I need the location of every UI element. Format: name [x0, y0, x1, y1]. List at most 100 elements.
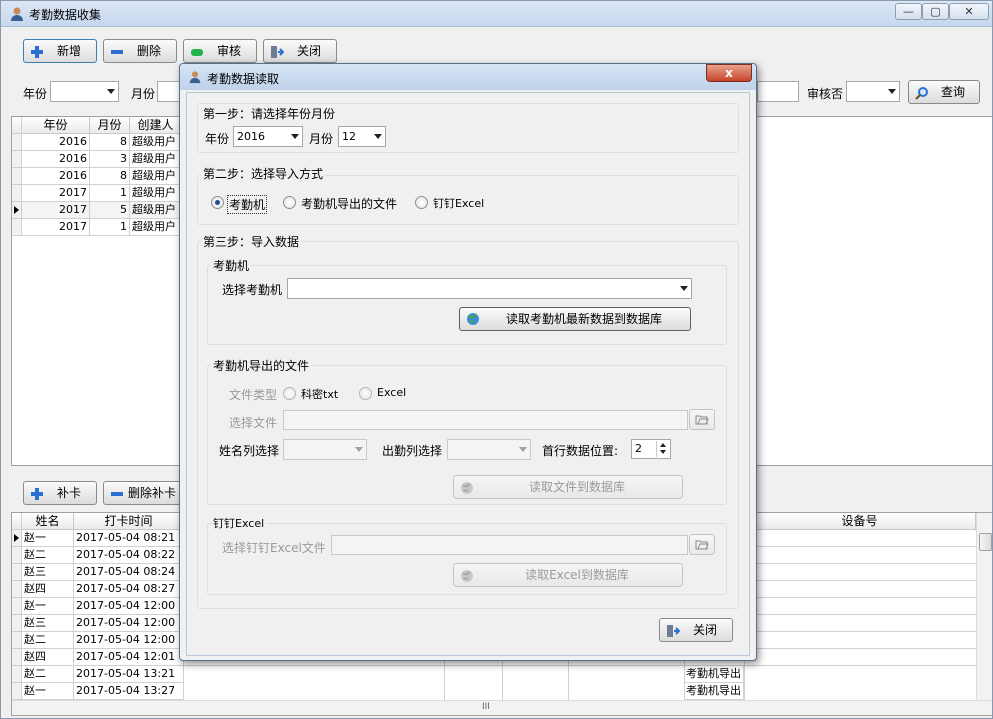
row-indicator	[12, 581, 22, 598]
radio-exported-file[interactable]	[283, 196, 296, 209]
device-cell: 考勤机导出	[684, 683, 744, 700]
read-machine-button[interactable]: 读取考勤机最新数据到数据库	[459, 307, 691, 331]
creator-cell: 超级用户	[130, 219, 182, 236]
name-col-select[interactable]	[283, 439, 367, 460]
scroll-thumb[interactable]	[979, 533, 992, 551]
title-bar: 考勤数据收集 — ▢ ✕	[1, 1, 992, 27]
time-cell: 2017-05-04 12:00	[74, 632, 184, 649]
column-header-name[interactable]: 姓名	[22, 513, 74, 530]
year-select[interactable]: 2016	[233, 126, 303, 147]
add-label: 新增	[56, 44, 81, 58]
delete-button[interactable]: 删除	[103, 39, 177, 63]
globe-icon	[461, 482, 473, 494]
delete-label: 删除	[136, 44, 161, 58]
stepper-up-icon[interactable]	[660, 443, 666, 447]
file-group-title: 考勤机导出的文件	[211, 357, 312, 374]
step2-title: 第二步：选择导入方式	[201, 165, 326, 182]
row-indicator	[12, 530, 22, 547]
browse-file-button[interactable]	[689, 409, 715, 430]
radio-machine[interactable]	[211, 196, 224, 209]
chevron-down-icon	[107, 89, 115, 94]
close-button[interactable]: 关闭	[263, 39, 337, 63]
radio-excel-label[interactable]: Excel	[377, 386, 406, 399]
name-cell: 赵四	[22, 649, 74, 666]
stepper-arrows[interactable]	[656, 441, 669, 457]
step1-title: 第一步：请选择年份月份	[201, 105, 338, 122]
globe-icon	[467, 313, 479, 325]
time-cell: 2017-05-04 12:00	[74, 598, 184, 615]
chevron-down-icon	[355, 447, 363, 452]
minimize-button[interactable]: —	[895, 3, 922, 20]
month-cell: 1	[90, 219, 130, 236]
delete-repair-button[interactable]: 删除补卡	[103, 481, 187, 505]
read-file-label: 读取文件到数据库	[528, 480, 625, 494]
chevron-down-icon	[680, 286, 688, 291]
exit-door-icon	[667, 625, 680, 637]
add-button[interactable]: 新增	[23, 39, 97, 63]
radio-excel[interactable]	[359, 387, 372, 400]
dingding-file-input[interactable]	[331, 535, 688, 555]
name-cell: 赵一	[22, 683, 74, 700]
dialog-title: 考勤数据读取	[207, 72, 280, 86]
attend-col-label: 出勤列选择	[382, 444, 443, 458]
radio-dingding-label[interactable]: 钉钉Excel	[433, 195, 484, 211]
read-machine-label: 读取考勤机最新数据到数据库	[505, 312, 662, 326]
browse-dingding-button[interactable]	[689, 534, 715, 555]
time-cell: 2017-05-04 08:22	[74, 547, 184, 564]
row-indicator	[12, 683, 22, 700]
query-button[interactable]: 查询	[908, 80, 980, 104]
row-indicator	[12, 598, 22, 615]
read-excel-button[interactable]: 读取Excel到数据库	[453, 563, 683, 587]
dialog-close-x-button[interactable]: x	[706, 64, 752, 82]
radio-dingding[interactable]	[415, 196, 428, 209]
first-row-stepper[interactable]: 2	[631, 439, 671, 459]
month-select[interactable]: 12	[338, 126, 386, 147]
column-header-year[interactable]: 年份	[22, 117, 90, 134]
column-header-device[interactable]: 设备号	[744, 513, 976, 530]
machine-select[interactable]	[287, 278, 692, 299]
file-path-input[interactable]	[283, 410, 688, 430]
audit-button[interactable]: 审核	[183, 39, 257, 63]
column-header-month[interactable]: 月份	[90, 117, 130, 134]
row-indicator	[12, 615, 22, 632]
repair-card-button[interactable]: 补卡	[23, 481, 97, 505]
radio-kemi-txt-label[interactable]: 科密txt	[301, 386, 338, 402]
attend-col-select[interactable]	[447, 439, 531, 460]
creator-cell: 超级用户	[130, 151, 182, 168]
maximize-button[interactable]: ▢	[922, 3, 949, 20]
time-cell: 2017-05-04 12:01	[74, 649, 184, 666]
radio-kemi-txt[interactable]	[283, 387, 296, 400]
close-window-button[interactable]: ✕	[949, 3, 989, 20]
read-file-button[interactable]: 读取文件到数据库	[453, 475, 683, 499]
close-label: 关闭	[296, 44, 321, 58]
column-header-punch-time[interactable]: 打卡时间	[74, 513, 184, 530]
radio-exported-file-label[interactable]: 考勤机导出的文件	[301, 195, 397, 212]
year-cell: 2017	[22, 185, 90, 202]
column-header-creator[interactable]: 创建人	[130, 117, 182, 134]
file-type-label: 文件类型	[229, 388, 278, 402]
stepper-down-icon[interactable]	[660, 450, 666, 454]
row-indicator	[12, 564, 22, 581]
vertical-scrollbar[interactable]	[976, 513, 992, 700]
filter-field-hidden[interactable]	[757, 81, 799, 102]
scroll-grip[interactable]: III	[482, 702, 490, 712]
year-cell: 2016	[22, 168, 90, 185]
main-window: 考勤数据收集 — ▢ ✕ 新增 删除 审核 关闭 年份 月份 审核否 查询 年份…	[0, 0, 993, 719]
globe-icon	[461, 570, 473, 582]
audit-filter-select[interactable]	[846, 81, 900, 102]
name-cell: 赵二	[22, 666, 74, 683]
plus-icon	[31, 46, 43, 58]
repair-card-label: 补卡	[56, 486, 81, 500]
horizontal-scrollbar[interactable]: III	[12, 700, 992, 715]
row-indicator	[12, 632, 22, 649]
year-filter-select[interactable]	[50, 81, 119, 102]
machine-group-title: 考勤机	[211, 257, 252, 274]
radio-machine-label[interactable]: 考勤机	[227, 195, 268, 214]
dialog-close-button[interactable]: 关闭	[659, 618, 733, 642]
month-cell: 5	[90, 202, 130, 219]
plus-icon	[31, 488, 43, 500]
time-cell: 2017-05-04 08:21	[74, 530, 184, 547]
select-machine-label: 选择考勤机	[222, 283, 283, 297]
chevron-down-icon	[291, 134, 299, 139]
audit-filter-label: 审核否	[807, 87, 844, 101]
